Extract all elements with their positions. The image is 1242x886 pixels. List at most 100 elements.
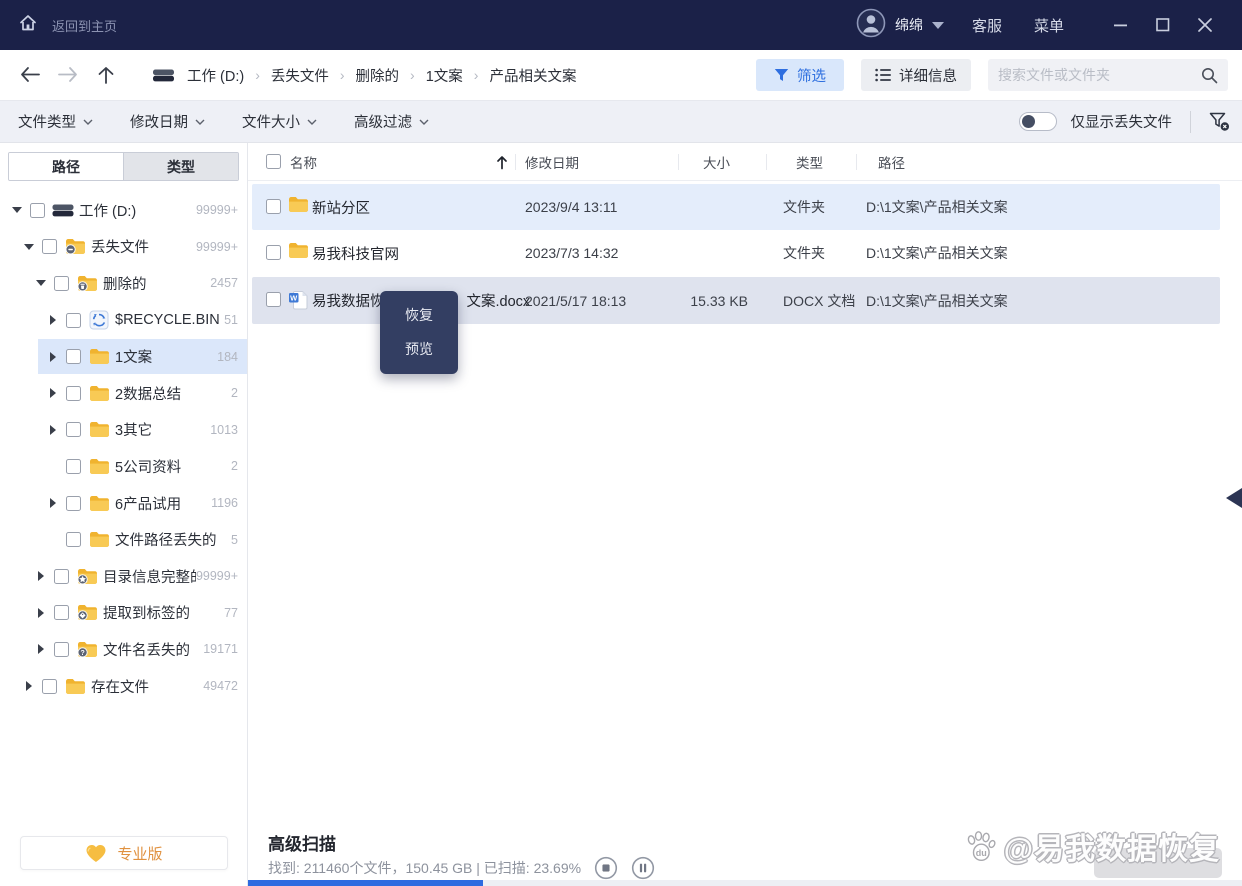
tree-item-工作 (D:)[interactable]: 工作 (D:)99999+: [0, 192, 247, 229]
folder-icon: [87, 348, 111, 365]
select-all-checkbox[interactable]: [266, 154, 281, 169]
tree-item-$RECYCLE.BIN[interactable]: $RECYCLE.BIN51: [0, 302, 247, 339]
tree-item-删除的[interactable]: 删除的2457: [0, 265, 247, 302]
column-header-name[interactable]: 名称: [290, 143, 317, 181]
expander-right-icon[interactable]: [46, 425, 60, 435]
expander-right-icon[interactable]: [46, 388, 60, 398]
breadcrumb-item[interactable]: 丢失文件: [271, 65, 329, 86]
context-menu-item-恢复[interactable]: 恢复: [380, 298, 458, 332]
up-button[interactable]: [88, 57, 124, 93]
tree-checkbox[interactable]: [66, 422, 81, 437]
file-date: 2023/9/4 13:11: [525, 184, 617, 230]
tree-item-5公司资料[interactable]: 5公司资料2: [0, 448, 247, 485]
tree-item-2数据总结[interactable]: 2数据总结2: [0, 375, 247, 412]
expander-right-icon[interactable]: [46, 352, 60, 362]
tree-checkbox[interactable]: [42, 679, 57, 694]
table-row[interactable]: 易我科技官网2023/7/3 14:32文件夹D:\1文案\产品相关文案: [252, 230, 1220, 276]
expander-right-icon[interactable]: [46, 315, 60, 325]
expander-down-icon[interactable]: [10, 207, 24, 213]
filter-button[interactable]: 筛选: [756, 59, 844, 91]
stop-scan-button[interactable]: [594, 856, 618, 880]
column-header-date[interactable]: 修改日期: [525, 143, 579, 181]
tree-item-count: 2457: [210, 276, 247, 290]
app-window: 返回到主页 绵绵 客服 菜单: [0, 0, 1242, 886]
chevron-down-icon: [83, 119, 93, 125]
expander-right-icon[interactable]: [46, 498, 60, 508]
column-header-path[interactable]: 路径: [878, 143, 905, 181]
expander-right-icon[interactable]: [34, 608, 48, 618]
context-menu-item-预览[interactable]: 预览: [380, 332, 458, 366]
tree-checkbox[interactable]: [54, 605, 69, 620]
expander-right-icon[interactable]: [22, 681, 36, 691]
details-button-label: 详细信息: [899, 65, 957, 86]
show-lost-files-toggle[interactable]: [1019, 112, 1057, 131]
file-path: D:\1文案\产品相关文案: [866, 277, 1008, 324]
search-input[interactable]: [998, 67, 1201, 83]
panel-collapse-arrow-icon[interactable]: [1226, 488, 1242, 508]
tree-checkbox[interactable]: [66, 532, 81, 547]
chevron-down-icon: [307, 119, 317, 125]
details-button[interactable]: 详细信息: [861, 59, 971, 91]
filter-dropdown-文件类型[interactable]: 文件类型: [18, 111, 93, 132]
tree-checkbox[interactable]: [54, 642, 69, 657]
pro-version-button[interactable]: 专业版: [20, 836, 228, 870]
tree-item-提取到标签的[interactable]: 提取到标签的77: [0, 595, 247, 632]
tree-checkbox[interactable]: [66, 386, 81, 401]
back-to-home-button[interactable]: 返回到主页: [0, 13, 117, 38]
file-type: DOCX 文档: [783, 277, 855, 324]
tree-checkbox[interactable]: [42, 239, 57, 254]
tree-item-文件名丢失的[interactable]: ?文件名丢失的19171: [0, 631, 247, 668]
row-checkbox[interactable]: [266, 245, 281, 260]
tree-checkbox[interactable]: [66, 459, 81, 474]
clear-filter-icon[interactable]: [1209, 112, 1230, 132]
search-icon[interactable]: [1201, 67, 1218, 84]
expander-right-icon[interactable]: [34, 644, 48, 654]
row-checkbox[interactable]: [266, 292, 281, 307]
tree-checkbox[interactable]: [54, 569, 69, 584]
file-size: 15.33 KB: [648, 277, 748, 324]
breadcrumb-item[interactable]: 工作 (D:): [187, 65, 244, 86]
breadcrumb-item[interactable]: 删除的: [356, 65, 400, 86]
expander-down-icon[interactable]: [22, 244, 36, 250]
tree-item-3其它[interactable]: 3其它1013: [0, 412, 247, 449]
filter-dropdown-文件大小[interactable]: 文件大小: [242, 111, 317, 132]
tree-checkbox[interactable]: [66, 313, 81, 328]
back-button[interactable]: [12, 57, 48, 93]
filter-dropdown-高级过滤[interactable]: 高级过滤: [354, 111, 429, 132]
tree-item-count: 1196: [211, 496, 247, 510]
tree-item-label: 存在文件: [91, 676, 203, 697]
column-header-size[interactable]: 大小: [703, 143, 730, 181]
tree-checkbox[interactable]: [66, 496, 81, 511]
breadcrumb-item[interactable]: 1文案: [426, 65, 463, 86]
close-button[interactable]: [1188, 10, 1222, 40]
menu-link[interactable]: 菜单: [1034, 15, 1064, 36]
row-checkbox[interactable]: [266, 199, 281, 214]
customer-service-link[interactable]: 客服: [972, 15, 1002, 36]
column-header-type[interactable]: 类型: [796, 143, 823, 181]
expander-down-icon[interactable]: [34, 280, 48, 286]
user-account-menu[interactable]: 绵绵: [856, 8, 944, 43]
scan-info-text: 找到: 211460个文件，150.45 GB | 已扫描: 23.69%: [268, 858, 581, 878]
tree-item-6产品试用[interactable]: 6产品试用1196: [0, 485, 247, 522]
tree-checkbox[interactable]: [54, 276, 69, 291]
minimize-button[interactable]: [1104, 10, 1138, 40]
forward-button[interactable]: [50, 57, 86, 93]
pause-scan-button[interactable]: [631, 856, 655, 880]
tree-item-存在文件[interactable]: 存在文件49472: [0, 668, 247, 705]
tree-item-文件路径丢失的[interactable]: 文件路径丢失的5: [0, 521, 247, 558]
tree-item-1文案[interactable]: 1文案184: [0, 338, 247, 375]
sidebar-tab-类型[interactable]: 类型: [123, 153, 238, 180]
breadcrumb-item[interactable]: 产品相关文案: [489, 65, 576, 86]
maximize-button[interactable]: [1146, 10, 1180, 40]
tree-item-目录信息完整的[interactable]: 目录信息完整的99999+: [0, 558, 247, 595]
tree-item-label: 文件名丢失的: [103, 639, 203, 660]
folder-icon: [87, 421, 111, 438]
expander-right-icon[interactable]: [34, 571, 48, 581]
tree-checkbox[interactable]: [66, 349, 81, 364]
sidebar-tab-路径[interactable]: 路径: [9, 153, 123, 180]
filter-dropdown-修改日期[interactable]: 修改日期: [130, 111, 205, 132]
tree-checkbox[interactable]: [30, 203, 45, 218]
sort-ascending-icon[interactable]: [496, 143, 508, 181]
table-row[interactable]: 新站分区2023/9/4 13:11文件夹D:\1文案\产品相关文案: [252, 184, 1220, 230]
tree-item-丢失文件[interactable]: 丢失文件99999+: [0, 229, 247, 266]
